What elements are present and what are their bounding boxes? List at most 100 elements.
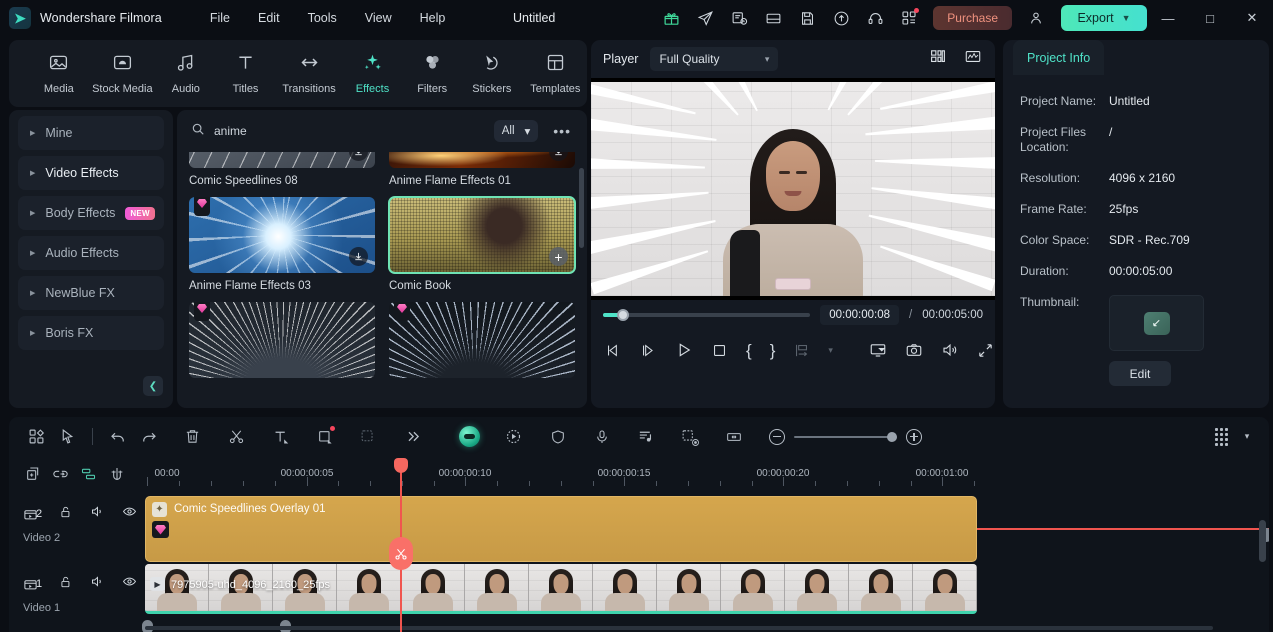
add-icon[interactable]: + [549,247,568,266]
beat-detect-button[interactable] [630,423,661,451]
sidebar-item-mine[interactable]: ▶ Mine [18,116,164,150]
record-voiceover-button[interactable] [586,423,617,451]
tab-templates[interactable]: Templates [524,48,587,99]
tab-filters[interactable]: Filters [404,48,460,99]
effect-thumbnail[interactable] [189,302,375,378]
undo-button[interactable] [102,423,133,451]
scrubber-handle[interactable] [617,309,629,321]
timeline-clip-overlay[interactable]: ✦ Comic Speedlines Overlay 01 [145,496,977,562]
purchase-button[interactable]: Purchase [933,6,1012,30]
screen-cast-button[interactable] [869,341,887,359]
prev-frame-button[interactable] [605,342,622,359]
chevron-down-icon[interactable]: ▼ [1122,13,1131,23]
split-at-playhead-button[interactable] [389,537,413,570]
zoom-in-icon[interactable] [906,428,922,445]
menu-help[interactable]: Help [406,6,460,30]
ripple-icon[interactable] [79,465,98,484]
lock-icon[interactable] [59,505,73,524]
motion-tracking-button[interactable] [674,423,705,451]
mute-icon[interactable] [90,504,105,524]
track-body[interactable]: ▶ 7975905-uhd_4096_2160_25fps [142,562,1269,632]
fullscreen-button[interactable] [977,342,994,359]
eye-icon[interactable] [122,574,137,594]
shield-button[interactable] [542,423,573,451]
layout-grid-icon[interactable] [929,48,947,70]
volume-button[interactable] [941,341,959,359]
effect-thumbnail[interactable]: + [388,196,576,274]
next-frame-button[interactable] [640,342,657,359]
tab-stickers[interactable]: Stickers [464,48,520,99]
timeline-horizontal-scrollbar[interactable] [145,626,1257,630]
mask-button[interactable] [353,423,384,451]
apps-grid-icon[interactable] [895,4,923,32]
select-tool-button[interactable] [52,423,83,451]
split-view-icon[interactable] [759,4,787,32]
effect-card-selected[interactable]: + Comic Book [388,196,576,292]
gift-icon[interactable] [657,4,685,32]
edit-thumbnail-button[interactable]: Edit [1109,361,1171,386]
tab-project-info[interactable]: Project Info [1013,40,1105,75]
delete-button[interactable] [177,423,208,451]
timeline-clip-video[interactable]: ▶ 7975905-uhd_4096_2160_25fps [145,564,977,614]
tab-titles[interactable]: Titles [218,48,274,99]
eye-icon[interactable] [122,504,137,524]
add-track-icon[interactable] [23,465,42,484]
headset-icon[interactable] [861,4,889,32]
zoom-slider-handle[interactable] [887,431,897,442]
sidebar-item-boris-fx[interactable]: ▶ Boris FX [18,316,164,350]
lock-icon[interactable] [59,575,73,594]
mark-out-button[interactable]: } [770,342,776,359]
video-preview-stage[interactable] [591,78,995,300]
mark-in-button[interactable]: { [746,342,752,359]
menu-tools[interactable]: Tools [294,6,351,30]
split-scissors-button[interactable] [221,423,252,451]
effect-card[interactable] [189,302,375,378]
more-tools-button[interactable] [397,423,428,451]
tab-media[interactable]: Media [31,48,87,99]
tab-audio[interactable]: Audio [158,48,214,99]
download-icon[interactable] [349,247,368,266]
render-dropdown[interactable]: ▾ [1237,423,1257,451]
screen-record-icon[interactable] [725,4,753,32]
window-maximize-button[interactable]: □ [1189,0,1231,36]
menu-file[interactable]: File [196,6,244,30]
search-input[interactable]: anime [214,124,485,138]
timeline-vertical-scrollbar[interactable] [1259,520,1266,562]
auto-reframe-button[interactable] [498,423,529,451]
timeline-ruler[interactable]: 00:00 00:00:00:05 00:00:00:10 00:00:00:1… [145,456,1257,492]
sidebar-item-body-effects[interactable]: ▶ Body Effects NEW [18,196,164,230]
chevron-left-icon[interactable]: ❮ [143,376,163,396]
zoom-slider-track[interactable] [794,431,897,442]
export-button[interactable]: Export ▼ [1061,5,1147,31]
play-button[interactable] [675,341,693,359]
menu-edit[interactable]: Edit [244,6,294,30]
window-close-button[interactable]: ✕ [1231,0,1273,36]
waveform-icon[interactable] [963,48,983,70]
cloud-upload-icon[interactable] [827,4,855,32]
tab-transitions[interactable]: Transitions [277,48,340,99]
mute-icon[interactable] [90,574,105,594]
layouts-button[interactable] [21,423,52,451]
markers-dropdown[interactable]: ▾ [828,345,833,356]
camera-snapshot-button[interactable] [905,341,923,359]
tab-stock-media[interactable]: Stock Media [91,48,154,99]
fit-timeline-button[interactable] [718,423,749,451]
effects-scrollbar[interactable] [579,168,584,248]
sidebar-item-video-effects[interactable]: ▶ Video Effects [18,156,164,190]
redo-button[interactable] [133,423,164,451]
link-icon[interactable] [51,465,70,484]
effects-more-button[interactable]: ••• [547,123,577,139]
send-icon[interactable] [691,4,719,32]
effect-card[interactable]: Comic Speedlines 08 [189,152,375,187]
project-thumbnail[interactable] [1109,295,1204,351]
crop-button[interactable] [309,423,340,451]
effect-thumbnail[interactable] [389,302,575,378]
snapshot-markers-button[interactable] [793,342,810,359]
quality-dropdown[interactable]: Full Quality ▾ [650,47,779,71]
playhead-handle[interactable] [394,458,408,473]
sidebar-item-audio-effects[interactable]: ▶ Audio Effects [18,236,164,270]
effect-thumbnail[interactable] [189,152,375,168]
save-icon[interactable] [793,4,821,32]
text-button[interactable] [265,423,296,451]
track-body[interactable]: ✦ Comic Speedlines Overlay 01 [145,492,1269,562]
